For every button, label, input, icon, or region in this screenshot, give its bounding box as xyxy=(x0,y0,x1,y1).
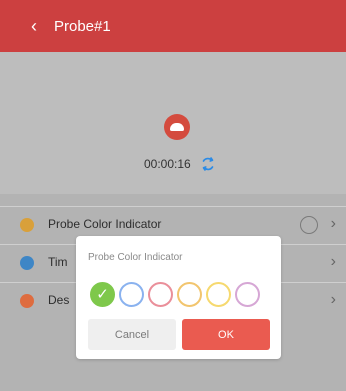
circle-outline-icon xyxy=(300,216,318,234)
color-swatch-blue[interactable] xyxy=(119,282,144,307)
settings-item-label: Tim xyxy=(48,255,68,269)
timer-row: 00:00:16 xyxy=(144,154,217,174)
checkmark-icon: ✓ xyxy=(96,286,109,303)
page-title: Probe#1 xyxy=(54,17,111,35)
dialog-actions: Cancel OK xyxy=(88,319,270,350)
color-swatch-yellow[interactable] xyxy=(206,282,231,307)
color-swatch-red[interactable] xyxy=(148,282,173,307)
refresh-icon[interactable] xyxy=(199,155,217,173)
back-button[interactable]: ‹ xyxy=(20,0,48,52)
chevron-right-icon: › xyxy=(330,291,336,308)
ok-button[interactable]: OK xyxy=(182,319,270,350)
probe-status-section: 00:00:16 xyxy=(0,52,346,194)
chevron-left-icon: ‹ xyxy=(31,16,37,36)
timer-value: 00:00:16 xyxy=(144,157,191,171)
app-bar: ‹ Probe#1 xyxy=(0,0,346,52)
settings-item-label: Des xyxy=(48,293,70,307)
color-swatches: ✓ xyxy=(90,282,260,307)
color-swatch-orange[interactable] xyxy=(177,282,202,307)
probe-color-icon xyxy=(20,218,34,232)
probe-icon xyxy=(164,114,190,140)
settings-item-label: Probe Color Indicator xyxy=(48,217,162,231)
color-swatch-green[interactable]: ✓ xyxy=(90,282,115,307)
probe-color-dialog: Probe Color Indicator ✓ Cancel OK xyxy=(76,236,281,359)
cancel-button[interactable]: Cancel xyxy=(88,319,176,350)
time-icon xyxy=(20,256,34,270)
description-icon xyxy=(20,294,34,308)
chevron-right-icon: › xyxy=(330,253,336,270)
color-swatch-purple[interactable] xyxy=(235,282,260,307)
chevron-right-icon: › xyxy=(330,215,336,232)
dialog-title: Probe Color Indicator xyxy=(88,252,183,263)
